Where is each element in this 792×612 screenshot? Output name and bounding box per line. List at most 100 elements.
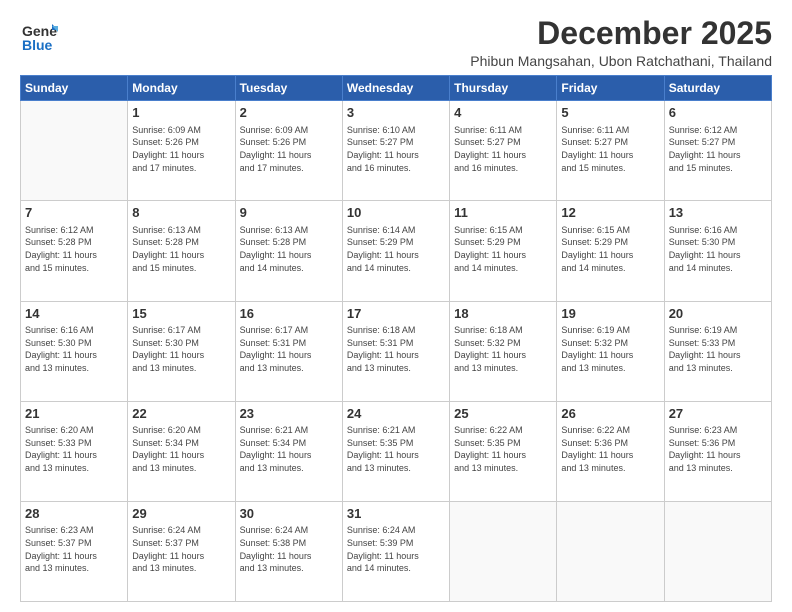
calendar-week-row: 28Sunrise: 6:23 AM Sunset: 5:37 PM Dayli… xyxy=(21,501,772,601)
weekday-header-cell: Friday xyxy=(557,76,664,101)
calendar-day-cell: 26Sunrise: 6:22 AM Sunset: 5:36 PM Dayli… xyxy=(557,401,664,501)
calendar-day-cell: 23Sunrise: 6:21 AM Sunset: 5:34 PM Dayli… xyxy=(235,401,342,501)
day-number: 15 xyxy=(132,305,230,323)
day-number: 29 xyxy=(132,505,230,523)
day-number: 28 xyxy=(25,505,123,523)
day-info: Sunrise: 6:13 AM Sunset: 5:28 PM Dayligh… xyxy=(240,224,338,274)
day-number: 26 xyxy=(561,405,659,423)
day-info: Sunrise: 6:20 AM Sunset: 5:33 PM Dayligh… xyxy=(25,424,123,474)
day-info: Sunrise: 6:19 AM Sunset: 5:33 PM Dayligh… xyxy=(669,324,767,374)
calendar-day-cell: 12Sunrise: 6:15 AM Sunset: 5:29 PM Dayli… xyxy=(557,201,664,301)
calendar-day-cell: 31Sunrise: 6:24 AM Sunset: 5:39 PM Dayli… xyxy=(342,501,449,601)
day-number: 7 xyxy=(25,204,123,222)
calendar-day-cell: 15Sunrise: 6:17 AM Sunset: 5:30 PM Dayli… xyxy=(128,301,235,401)
calendar-day-cell: 10Sunrise: 6:14 AM Sunset: 5:29 PM Dayli… xyxy=(342,201,449,301)
day-number: 12 xyxy=(561,204,659,222)
calendar-day-cell xyxy=(21,101,128,201)
calendar-day-cell: 18Sunrise: 6:18 AM Sunset: 5:32 PM Dayli… xyxy=(450,301,557,401)
weekday-header-cell: Wednesday xyxy=(342,76,449,101)
calendar-day-cell: 5Sunrise: 6:11 AM Sunset: 5:27 PM Daylig… xyxy=(557,101,664,201)
calendar-day-cell: 21Sunrise: 6:20 AM Sunset: 5:33 PM Dayli… xyxy=(21,401,128,501)
calendar-day-cell: 13Sunrise: 6:16 AM Sunset: 5:30 PM Dayli… xyxy=(664,201,771,301)
day-number: 24 xyxy=(347,405,445,423)
day-number: 8 xyxy=(132,204,230,222)
day-info: Sunrise: 6:11 AM Sunset: 5:27 PM Dayligh… xyxy=(454,124,552,174)
day-info: Sunrise: 6:20 AM Sunset: 5:34 PM Dayligh… xyxy=(132,424,230,474)
calendar-day-cell: 4 Sunrise: 6:11 AM Sunset: 5:27 PM Daylig… xyxy=(450,101,557,201)
day-info: Sunrise: 6:22 AM Sunset: 5:36 PM Dayligh… xyxy=(561,424,659,474)
day-info: Sunrise: 6:22 AM Sunset: 5:35 PM Dayligh… xyxy=(454,424,552,474)
logo: General Blue xyxy=(20,16,58,59)
day-number: 22 xyxy=(132,405,230,423)
calendar-day-cell xyxy=(664,501,771,601)
day-number: 17 xyxy=(347,305,445,323)
location-subtitle: Phibun Mangsahan, Ubon Ratchathani, Thai… xyxy=(470,53,772,69)
calendar-day-cell: 19Sunrise: 6:19 AM Sunset: 5:32 PM Dayli… xyxy=(557,301,664,401)
calendar-day-cell: 20Sunrise: 6:19 AM Sunset: 5:33 PM Dayli… xyxy=(664,301,771,401)
day-number: 23 xyxy=(240,405,338,423)
day-number: 13 xyxy=(669,204,767,222)
calendar-week-row: 21Sunrise: 6:20 AM Sunset: 5:33 PM Dayli… xyxy=(21,401,772,501)
day-number: 21 xyxy=(25,405,123,423)
day-info: Sunrise: 6:12 AM Sunset: 5:27 PM Dayligh… xyxy=(669,124,767,174)
weekday-header-cell: Monday xyxy=(128,76,235,101)
day-number: 1 xyxy=(132,104,230,122)
header: General Blue December 2025 Phibun Mangsa… xyxy=(20,16,772,69)
svg-text:Blue: Blue xyxy=(22,37,53,53)
day-info: Sunrise: 6:10 AM Sunset: 5:27 PM Dayligh… xyxy=(347,124,445,174)
calendar-day-cell: 29Sunrise: 6:24 AM Sunset: 5:37 PM Dayli… xyxy=(128,501,235,601)
weekday-header-cell: Sunday xyxy=(21,76,128,101)
logo-icon: General Blue xyxy=(20,16,58,54)
calendar-day-cell: 3 Sunrise: 6:10 AM Sunset: 5:27 PM Daylig… xyxy=(342,101,449,201)
day-info: Sunrise: 6:23 AM Sunset: 5:36 PM Dayligh… xyxy=(669,424,767,474)
month-title: December 2025 xyxy=(470,16,772,51)
weekday-header-cell: Tuesday xyxy=(235,76,342,101)
day-info: Sunrise: 6:18 AM Sunset: 5:32 PM Dayligh… xyxy=(454,324,552,374)
calendar-day-cell: 11Sunrise: 6:15 AM Sunset: 5:29 PM Dayli… xyxy=(450,201,557,301)
day-info: Sunrise: 6:12 AM Sunset: 5:28 PM Dayligh… xyxy=(25,224,123,274)
day-number: 3 xyxy=(347,104,445,122)
day-info: Sunrise: 6:18 AM Sunset: 5:31 PM Dayligh… xyxy=(347,324,445,374)
day-info: Sunrise: 6:11 AM Sunset: 5:27 PM Dayligh… xyxy=(561,124,659,174)
calendar-day-cell: 25Sunrise: 6:22 AM Sunset: 5:35 PM Dayli… xyxy=(450,401,557,501)
day-number: 20 xyxy=(669,305,767,323)
day-info: Sunrise: 6:17 AM Sunset: 5:30 PM Dayligh… xyxy=(132,324,230,374)
day-info: Sunrise: 6:09 AM Sunset: 5:26 PM Dayligh… xyxy=(132,124,230,174)
calendar-day-cell: 30Sunrise: 6:24 AM Sunset: 5:38 PM Dayli… xyxy=(235,501,342,601)
day-number: 14 xyxy=(25,305,123,323)
day-info: Sunrise: 6:24 AM Sunset: 5:38 PM Dayligh… xyxy=(240,524,338,574)
day-number: 30 xyxy=(240,505,338,523)
day-number: 18 xyxy=(454,305,552,323)
day-number: 16 xyxy=(240,305,338,323)
day-info: Sunrise: 6:09 AM Sunset: 5:26 PM Dayligh… xyxy=(240,124,338,174)
calendar-day-cell: 22Sunrise: 6:20 AM Sunset: 5:34 PM Dayli… xyxy=(128,401,235,501)
day-number: 31 xyxy=(347,505,445,523)
calendar-day-cell: 7 Sunrise: 6:12 AM Sunset: 5:28 PM Daylig… xyxy=(21,201,128,301)
calendar-day-cell xyxy=(557,501,664,601)
calendar-day-cell: 24Sunrise: 6:21 AM Sunset: 5:35 PM Dayli… xyxy=(342,401,449,501)
calendar-week-row: 7 Sunrise: 6:12 AM Sunset: 5:28 PM Daylig… xyxy=(21,201,772,301)
day-info: Sunrise: 6:24 AM Sunset: 5:39 PM Dayligh… xyxy=(347,524,445,574)
day-info: Sunrise: 6:21 AM Sunset: 5:35 PM Dayligh… xyxy=(347,424,445,474)
calendar-day-cell: 14Sunrise: 6:16 AM Sunset: 5:30 PM Dayli… xyxy=(21,301,128,401)
day-number: 10 xyxy=(347,204,445,222)
title-block: December 2025 Phibun Mangsahan, Ubon Rat… xyxy=(470,16,772,69)
day-number: 4 xyxy=(454,104,552,122)
calendar-day-cell: 9Sunrise: 6:13 AM Sunset: 5:28 PM Daylig… xyxy=(235,201,342,301)
weekday-header-cell: Saturday xyxy=(664,76,771,101)
calendar-day-cell: 28Sunrise: 6:23 AM Sunset: 5:37 PM Dayli… xyxy=(21,501,128,601)
calendar-week-row: 1 Sunrise: 6:09 AM Sunset: 5:26 PM Daylig… xyxy=(21,101,772,201)
calendar-day-cell: 17Sunrise: 6:18 AM Sunset: 5:31 PM Dayli… xyxy=(342,301,449,401)
weekday-header-row: SundayMondayTuesdayWednesdayThursdayFrid… xyxy=(21,76,772,101)
calendar-day-cell: 16Sunrise: 6:17 AM Sunset: 5:31 PM Dayli… xyxy=(235,301,342,401)
day-number: 11 xyxy=(454,204,552,222)
day-info: Sunrise: 6:21 AM Sunset: 5:34 PM Dayligh… xyxy=(240,424,338,474)
calendar-day-cell: 1 Sunrise: 6:09 AM Sunset: 5:26 PM Daylig… xyxy=(128,101,235,201)
calendar-day-cell: 6Sunrise: 6:12 AM Sunset: 5:27 PM Daylig… xyxy=(664,101,771,201)
day-info: Sunrise: 6:24 AM Sunset: 5:37 PM Dayligh… xyxy=(132,524,230,574)
day-info: Sunrise: 6:13 AM Sunset: 5:28 PM Dayligh… xyxy=(132,224,230,274)
day-number: 19 xyxy=(561,305,659,323)
weekday-header-cell: Thursday xyxy=(450,76,557,101)
day-info: Sunrise: 6:23 AM Sunset: 5:37 PM Dayligh… xyxy=(25,524,123,574)
calendar-day-cell: 8 Sunrise: 6:13 AM Sunset: 5:28 PM Daylig… xyxy=(128,201,235,301)
